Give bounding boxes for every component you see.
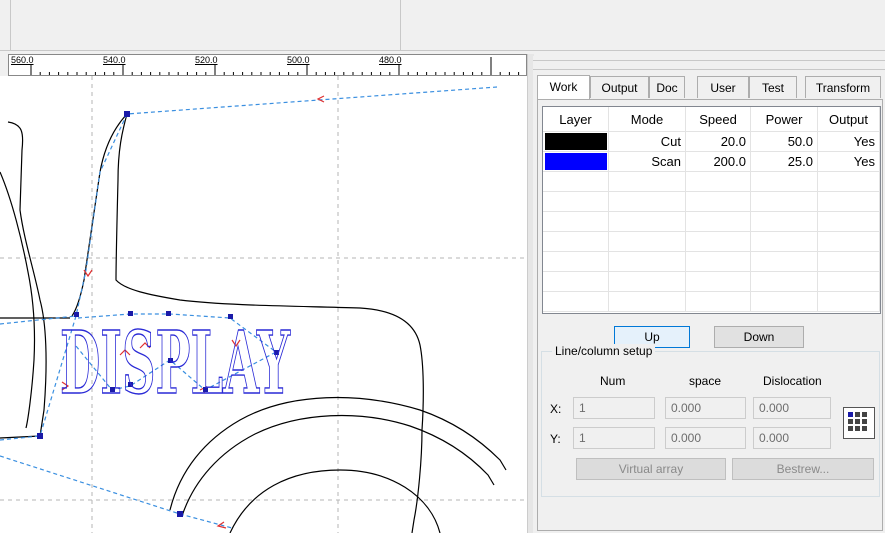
col-header-speed: Speed <box>685 107 751 132</box>
layer-output: Yes <box>817 131 880 152</box>
tab-transform[interactable]: Transform <box>805 76 881 98</box>
panel-scrollbar-top <box>533 60 885 70</box>
tab-user[interactable]: User <box>697 76 749 98</box>
x-space-field[interactable]: 0.000 <box>665 397 746 419</box>
row-label-y: Y: <box>550 432 561 446</box>
line-column-setup-group: Line/column setup Num space Dislocation … <box>541 344 880 497</box>
row-label-x: X: <box>550 402 562 416</box>
x-dislocation-field[interactable]: 0.000 <box>753 397 831 419</box>
array-grid-icon <box>848 412 867 431</box>
group-title: Line/column setup <box>552 344 656 358</box>
design-canvas[interactable]: DISPLAY <box>0 76 527 533</box>
col-label-space: space <box>689 374 722 388</box>
table-row-empty <box>543 231 880 252</box>
top-toolbar <box>0 0 885 52</box>
layer-power: 50.0 <box>750 131 818 152</box>
work-tab-content: Layer Mode Speed Power Output Cut 20.0 5… <box>537 99 883 531</box>
horizontal-ruler: 560.0 540.0 520.0 500.0 480.0 <box>8 54 527 76</box>
canvas-drawing[interactable]: DISPLAY <box>0 76 527 533</box>
toolbar-section-middle <box>10 0 401 51</box>
col-header-mode: Mode <box>608 107 686 132</box>
table-row-empty <box>543 271 880 292</box>
y-num-field[interactable]: 1 <box>573 427 655 449</box>
ruler-label: 500.0 <box>287 55 310 65</box>
table-row[interactable]: Scan 200.0 25.0 Yes <box>543 151 880 172</box>
virtual-array-button[interactable]: Virtual array <box>576 458 726 480</box>
direction-arrows <box>61 95 325 529</box>
layer-output: Yes <box>817 151 880 172</box>
ruler-label: 520.0 <box>195 55 218 65</box>
tab-doc[interactable]: Doc <box>649 76 685 98</box>
col-label-dislocation: Dislocation <box>763 374 822 388</box>
bestrew-button[interactable]: Bestrew... <box>732 458 874 480</box>
x-num-field[interactable]: 1 <box>573 397 655 419</box>
travel-path <box>0 86 498 529</box>
layer-power: 25.0 <box>750 151 818 172</box>
table-row-empty <box>543 251 880 272</box>
ruler-label: 560.0 <box>11 55 34 65</box>
col-header-layer: Layer <box>543 107 609 132</box>
ruler-label: 540.0 <box>103 55 126 65</box>
down-button[interactable]: Down <box>714 326 804 348</box>
layer-table-header: Layer Mode Speed Power Output <box>543 107 880 132</box>
layer-color-swatch <box>545 153 607 170</box>
right-panel: Work Output Doc User Test Transform Laye… <box>533 56 885 533</box>
y-space-field[interactable]: 0.000 <box>665 427 746 449</box>
design-text-display: DISPLAY <box>60 313 291 414</box>
table-row-empty <box>543 171 880 192</box>
col-label-num: Num <box>600 374 626 388</box>
tab-test[interactable]: Test <box>749 76 797 98</box>
table-row-empty <box>543 211 880 232</box>
table-row[interactable]: Cut 20.0 50.0 Yes <box>543 131 880 152</box>
tab-output[interactable]: Output <box>590 76 649 98</box>
layer-color-swatch <box>545 133 607 150</box>
ruler-ticks <box>30 57 520 75</box>
col-header-output: Output <box>817 107 880 132</box>
layer-table: Layer Mode Speed Power Output Cut 20.0 5… <box>542 106 881 314</box>
layer-mode: Scan <box>608 151 686 172</box>
ruler-label: 480.0 <box>379 55 402 65</box>
y-dislocation-field[interactable]: 0.000 <box>753 427 831 449</box>
array-grid-button[interactable] <box>843 407 875 439</box>
toolbar-section-right <box>401 0 885 51</box>
col-header-power: Power <box>750 107 818 132</box>
layer-mode: Cut <box>608 131 686 152</box>
tab-work[interactable]: Work <box>537 75 590 99</box>
table-row-empty <box>543 291 880 312</box>
layer-speed: 200.0 <box>685 151 751 172</box>
table-row-empty <box>543 191 880 212</box>
layer-speed: 20.0 <box>685 131 751 152</box>
